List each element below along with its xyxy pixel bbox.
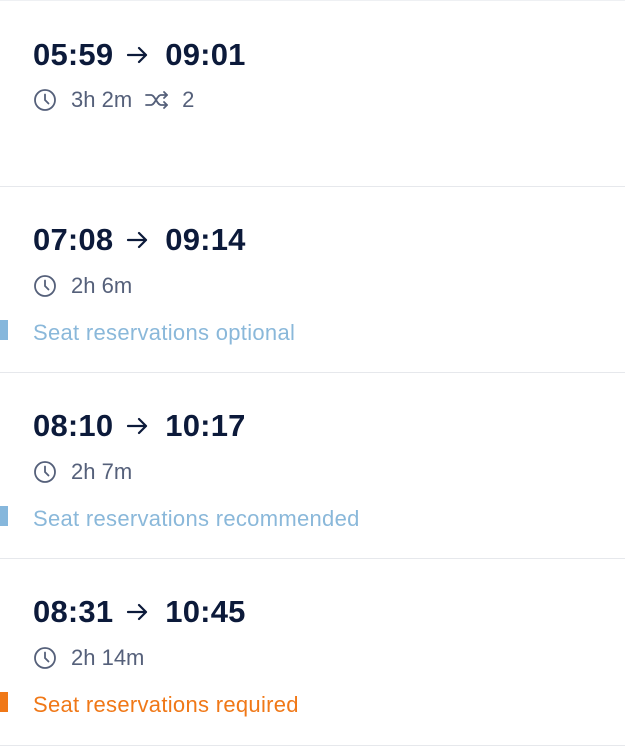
duration: 2h 7m xyxy=(71,459,133,484)
arrival-time: 10:17 xyxy=(165,408,246,443)
clock-icon xyxy=(34,461,56,483)
connection-times: 08:10 10:17 xyxy=(33,408,246,444)
connection-meta: 2h 6m xyxy=(33,272,132,300)
arrow-right-icon xyxy=(127,603,148,621)
shuffle-icon xyxy=(145,91,169,109)
arrow-right-icon xyxy=(127,417,148,435)
connection-row[interactable]: 08:31 10:45 2h 14m Seat reservations req… xyxy=(0,559,625,746)
reservation-marker xyxy=(0,506,8,526)
connection-row[interactable]: 07:08 09:14 2h 6m Seat reservations opti… xyxy=(0,187,625,373)
connection-list: 05:59 09:01 3h 2m 2 07:08 09:14 2h 6m Se… xyxy=(0,0,625,749)
clock-icon xyxy=(34,647,56,669)
arrow-right-icon xyxy=(127,231,148,249)
reservation-marker xyxy=(0,692,8,712)
arrival-time: 09:14 xyxy=(165,222,246,257)
clock-icon xyxy=(34,275,56,297)
duration: 3h 2m xyxy=(71,87,133,112)
arrival-time: 10:45 xyxy=(165,594,246,629)
arrow-right-icon xyxy=(127,46,148,64)
connection-times: 07:08 09:14 xyxy=(33,222,246,258)
connection-row[interactable]: 05:59 09:01 3h 2m 2 xyxy=(0,0,625,187)
connection-meta: 2h 14m xyxy=(33,644,144,672)
reservation-marker xyxy=(0,320,8,340)
connection-row[interactable]: 08:10 10:17 2h 7m Seat reservations reco… xyxy=(0,373,625,559)
arrival-time: 09:01 xyxy=(165,37,246,72)
connection-meta: 3h 2m 2 xyxy=(33,86,194,114)
departure-time: 08:31 xyxy=(33,594,114,629)
duration: 2h 14m xyxy=(71,645,145,670)
connection-meta: 2h 7m xyxy=(33,458,132,486)
connection-times: 05:59 09:01 xyxy=(33,37,246,73)
reservation-status: Seat reservations optional xyxy=(33,320,296,345)
duration: 2h 6m xyxy=(71,273,133,298)
clock-icon xyxy=(34,89,56,111)
reservation-status: Seat reservations required xyxy=(33,692,299,717)
departure-time: 07:08 xyxy=(33,222,114,257)
changes-count: 2 xyxy=(182,87,195,112)
reservation-status: Seat reservations recommended xyxy=(33,506,360,531)
connection-times: 08:31 10:45 xyxy=(33,594,246,630)
departure-time: 05:59 xyxy=(33,37,114,72)
departure-time: 08:10 xyxy=(33,408,114,443)
